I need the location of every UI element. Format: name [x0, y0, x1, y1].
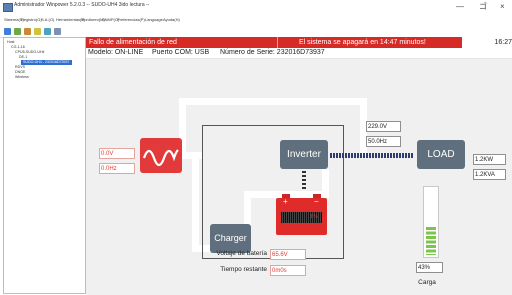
input-voltage-box: 0.0V [99, 148, 135, 159]
menu-sa[interactable]: S.A.(O) [41, 17, 54, 22]
remaining-time-label: Tiempo restante [220, 266, 267, 273]
window-title: Administrador Winpower 5.2.0.3 -- SUDO-U… [14, 2, 150, 8]
output-link-dotted [330, 153, 414, 158]
load-kva-box: 1.2KVA [473, 169, 506, 180]
device-info-bar: Modelo: ON-LINE Puerto COM: USB Número d… [86, 48, 512, 59]
bypass-wire-top [179, 98, 367, 105]
sine-wave-icon [142, 149, 179, 167]
battery-plus-sign: + [283, 197, 288, 206]
output-frequency-box: 50.0Hz [366, 136, 401, 147]
restore-button[interactable]: ゴ [479, 3, 487, 11]
device-tree: Host CG-1-16 CPU5-SUDO-UH4 DE-1 SUDO-UH4… [3, 37, 86, 294]
minimize-button[interactable]: — [456, 3, 464, 11]
battery-voltage-label: Voltaje de batería [216, 250, 267, 257]
load-block: LOAD [417, 140, 465, 169]
output-voltage-box: 229.0V [366, 121, 401, 132]
remaining-time-value: 0m0s [270, 265, 306, 276]
load-percent-box: 43% [416, 262, 443, 273]
port-text: Puerto COM: USB [152, 49, 210, 56]
app-icon [3, 3, 13, 12]
computer-icon[interactable] [4, 28, 11, 35]
alarm-text-left: Fallo de alimentación de red [89, 39, 177, 46]
load-caption: Carga [418, 279, 436, 286]
charger-feed-wire-vertical [192, 152, 199, 252]
menu-ayuda[interactable]: Ayuda(H) [163, 17, 180, 22]
clock: 16:27 [462, 37, 512, 48]
input-frequency-box: 0.0Hz [99, 163, 135, 174]
load-gauge-fill [426, 227, 436, 255]
settings-icon[interactable] [44, 28, 51, 35]
menu-registro[interactable]: Registro(G) [21, 17, 42, 22]
inverter-block: Inverter [280, 140, 328, 169]
battery-voltage-value: 65.6V [270, 249, 306, 260]
alarm-text-right: El sistema se apagará en 14:47 minutos! [299, 39, 426, 46]
menu-language[interactable]: Language [145, 17, 163, 22]
alarm-bar: Fallo de alimentación de red El sistema … [86, 37, 512, 48]
clock-time: 16:27 [494, 39, 512, 46]
close-button[interactable]: × [500, 3, 505, 11]
ac-input-block [140, 138, 182, 173]
ups-flow-diagram: 0.0V 0.0Hz Inverter 229.0V 50.0Hz LOAD 1… [86, 59, 512, 295]
title-bar: Administrador Winpower 5.2.0.3 -- SUDO-U… [0, 0, 512, 15]
menu-preferencias[interactable]: Preferencias(P) [117, 17, 145, 22]
tree-item-wireless[interactable]: Wireless [15, 75, 29, 80]
battery-percent-text: 1% [310, 214, 318, 220]
main-panel: Fallo de alimentación de red El sistema … [86, 37, 512, 295]
model-text: Modelo: ON-LINE [88, 49, 144, 56]
serial-text: Número de Serie: 232016D73937 [220, 49, 325, 56]
battery-minus-sign: − [314, 197, 319, 206]
chart-icon[interactable] [24, 28, 31, 35]
tree-item-ups-selected[interactable]: SUDO-UH4 - 232016D73937 [21, 60, 72, 65]
battery-link-dotted [302, 171, 306, 191]
charger-block: Charger [210, 224, 251, 253]
load-kw-box: 1.2KW [473, 154, 506, 165]
battery-icon: + − 1% [276, 194, 327, 235]
log-icon[interactable] [34, 28, 41, 35]
ups-icon[interactable] [14, 28, 21, 35]
help-icon[interactable] [54, 28, 61, 35]
load-gauge [423, 186, 439, 258]
menu-bar: Sistema(S) Registro(G) S.A.(O) Herramien… [0, 15, 512, 24]
